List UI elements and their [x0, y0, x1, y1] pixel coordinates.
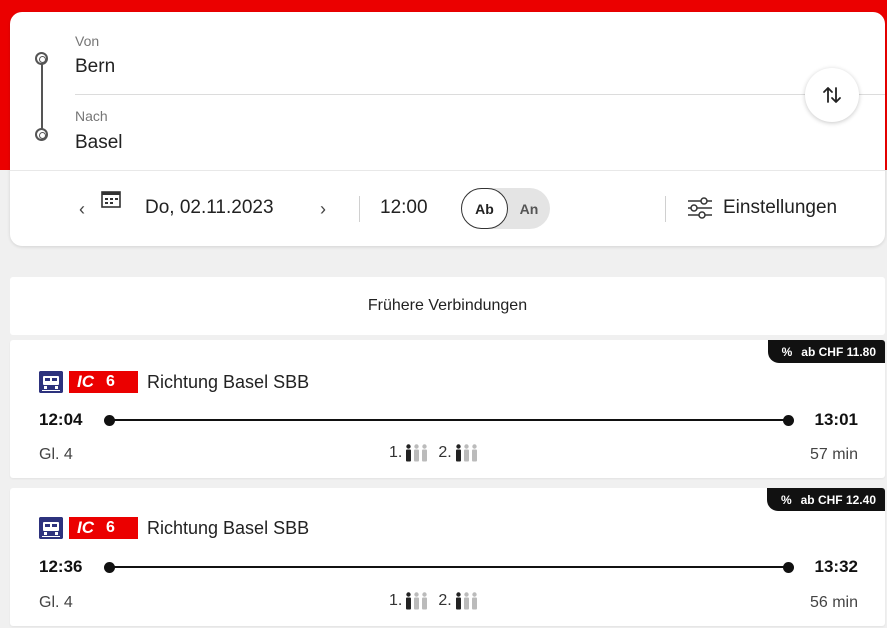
- field-divider: [75, 94, 885, 95]
- train-type: IC: [77, 518, 94, 537]
- price-label: ab CHF 12.40: [800, 492, 876, 507]
- swap-button[interactable]: [805, 68, 859, 122]
- person-icon: [471, 444, 477, 462]
- chevron-right-icon[interactable]: ›: [320, 199, 326, 220]
- date-selector[interactable]: Do, 02.11.2023: [145, 197, 274, 219]
- timeline-line: [109, 566, 789, 568]
- train-line-badge: IC 6: [69, 517, 138, 539]
- train-number: 6: [106, 373, 115, 390]
- departure-toggle[interactable]: Ab: [461, 188, 508, 229]
- settings-button[interactable]: Einstellungen: [723, 197, 837, 219]
- direction-text: Richtung Basel SBB: [147, 518, 310, 538]
- to-input[interactable]: Basel: [75, 132, 123, 154]
- timeline-end-dot: [783, 562, 794, 573]
- price-badge: % ab CHF 12.40: [766, 488, 885, 511]
- to-label: Nach: [75, 108, 108, 124]
- train-line-badge: IC 6: [69, 371, 138, 393]
- card-separator: [10, 170, 885, 171]
- earlier-connections-button[interactable]: Frühere Verbindungen: [10, 277, 885, 335]
- connection-card[interactable]: % ab CHF 12.40 IC 6 Richtung Basel SBB 1…: [10, 488, 885, 626]
- person-icon: [406, 592, 412, 610]
- train-type: IC: [77, 372, 94, 391]
- person-icon: [406, 444, 412, 462]
- person-icon: [414, 444, 420, 462]
- price-label: ab CHF 11.80: [801, 344, 876, 359]
- first-class-label: 1.: [389, 592, 403, 609]
- price-badge: % ab CHF 11.80: [767, 340, 885, 363]
- calendar-icon: [101, 191, 121, 208]
- platform: Gl. 4: [39, 594, 73, 611]
- timeline-line: [109, 419, 789, 421]
- route-line: [41, 58, 43, 134]
- divider: [665, 196, 666, 222]
- time-selector[interactable]: 12:00: [380, 197, 428, 219]
- person-icon: [455, 592, 461, 610]
- direction-text: Richtung Basel SBB: [147, 372, 310, 392]
- chevron-left-icon[interactable]: ‹: [79, 199, 85, 220]
- occupancy-indicator: 1. 2.: [389, 592, 479, 610]
- departure-time: 12:36: [39, 557, 83, 576]
- discount-icon: %: [780, 492, 792, 507]
- duration: 56 min: [809, 594, 858, 611]
- timeline-end-dot: [783, 415, 794, 426]
- train-icon: [39, 517, 63, 539]
- divider: [359, 196, 360, 222]
- origin-marker-icon: [35, 52, 48, 65]
- arrival-toggle[interactable]: An: [511, 188, 547, 229]
- second-class-label: 2.: [438, 444, 452, 461]
- train-number: 6: [106, 519, 115, 536]
- platform: Gl. 4: [39, 446, 73, 463]
- discount-icon: %: [781, 344, 793, 359]
- duration: 57 min: [809, 446, 858, 463]
- sliders-icon[interactable]: [687, 197, 713, 219]
- person-icon: [463, 444, 469, 462]
- occupancy-indicator: 1. 2.: [389, 444, 479, 462]
- person-icon: [455, 444, 461, 462]
- person-icon: [463, 592, 469, 610]
- person-icon: [422, 444, 428, 462]
- second-class-label: 2.: [438, 592, 452, 609]
- first-class-label: 1.: [389, 444, 403, 461]
- arrival-time: 13:01: [814, 410, 858, 429]
- from-input[interactable]: Bern: [75, 56, 115, 78]
- swap-icon: [823, 87, 841, 103]
- person-icon: [471, 592, 477, 610]
- from-label: Von: [75, 33, 100, 49]
- destination-marker-icon: [35, 128, 48, 141]
- arrival-time: 13:32: [814, 557, 858, 576]
- person-icon: [422, 592, 428, 610]
- train-icon: [39, 371, 63, 393]
- person-icon: [414, 592, 420, 610]
- departure-time: 12:04: [39, 410, 83, 429]
- departure-arrival-toggle: Ab An: [461, 188, 550, 229]
- connection-card[interactable]: % ab CHF 11.80 IC 6 Richtung Basel SBB 1…: [10, 340, 885, 478]
